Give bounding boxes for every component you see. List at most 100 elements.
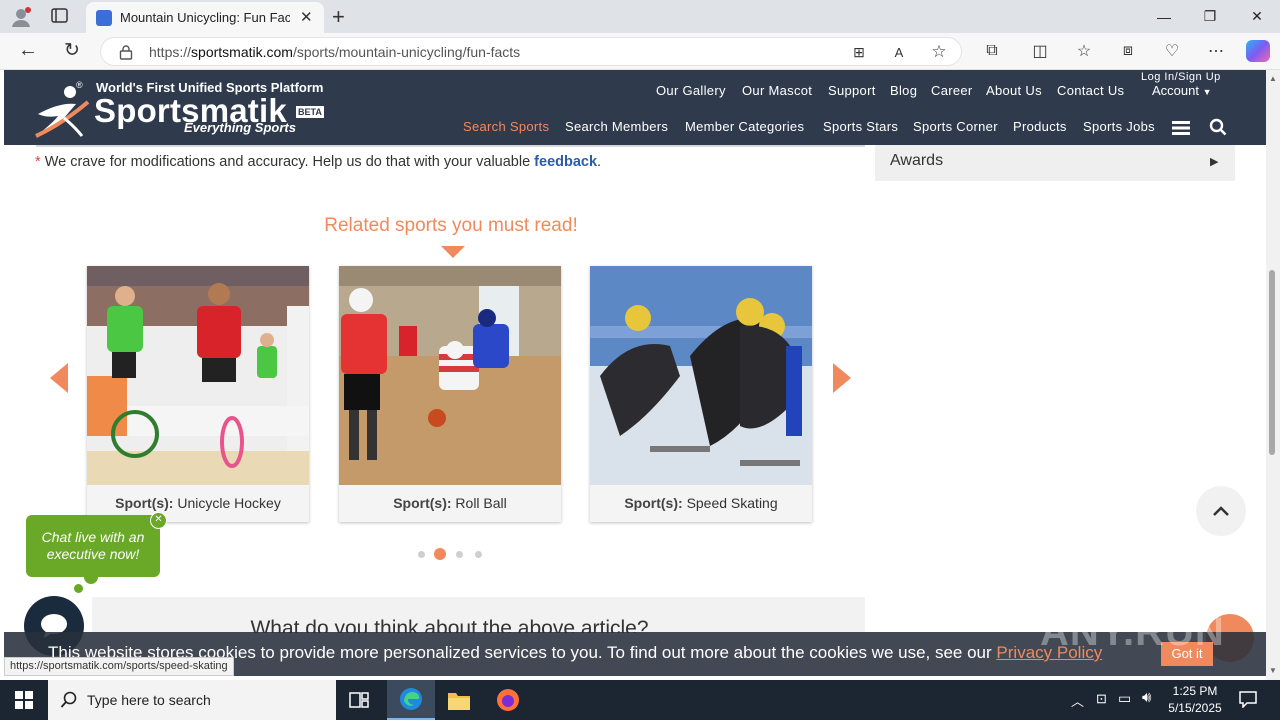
card-sport-name: Unicycle Hockey: [177, 495, 281, 511]
more-menu-icon[interactable]: ⋯: [1204, 39, 1228, 63]
extensions-icon[interactable]: ⧉: [980, 39, 1004, 63]
restore-icon[interactable]: ❐: [1187, 0, 1233, 33]
card-sport-name: Roll Ball: [455, 495, 507, 511]
nav-support[interactable]: Support: [828, 83, 876, 98]
lock-icon[interactable]: [119, 44, 133, 60]
scrollbar-thumb[interactable]: [1269, 270, 1275, 455]
related-card-unicycle-hockey[interactable]: Sport(s): Unicycle Hockey: [87, 266, 309, 522]
tab-close-icon[interactable]: ✕: [300, 8, 313, 26]
content-divider: [36, 145, 865, 147]
carousel-dot-2[interactable]: [434, 548, 446, 560]
chat-close-icon[interactable]: ✕: [150, 512, 167, 529]
nav-search-members[interactable]: Search Members: [565, 119, 668, 134]
anyrun-watermark: ANY.RUN: [1040, 610, 1225, 654]
nav-sports-stars[interactable]: Sports Stars: [823, 119, 898, 134]
chat-text: Chat live with an executive now!: [41, 529, 145, 562]
feedback-note: * We crave for modifications and accurac…: [35, 154, 601, 170]
page-content: * We crave for modifications and accurac…: [0, 145, 1266, 633]
network-icon[interactable]: ▭: [1118, 690, 1131, 707]
page-scrollbar[interactable]: ▲ ▼: [1266, 70, 1280, 680]
taskbar-search-icon: [60, 691, 78, 709]
card-caption: Sport(s): Speed Skating: [590, 485, 812, 522]
task-view-icon[interactable]: [348, 690, 370, 710]
card-caption: Sport(s): Roll Ball: [339, 485, 561, 522]
scroll-up-icon[interactable]: ▲: [1269, 74, 1277, 83]
asterisk: *: [35, 154, 41, 170]
browser-tab-bar: Mountain Unicycling: Fun Facts, ✕ + — ❐ …: [0, 0, 1280, 33]
app-available-icon[interactable]: ⊞: [847, 40, 871, 64]
site-header: World's First Unified Sports Platform ® …: [4, 70, 1266, 145]
nav-sports-jobs[interactable]: Sports Jobs: [1083, 119, 1155, 134]
nav-our-gallery[interactable]: Our Gallery: [656, 83, 726, 98]
nav-sports-corner[interactable]: Sports Corner: [913, 119, 998, 134]
profile-icon[interactable]: [10, 6, 32, 28]
login-signup-link[interactable]: Log In/Sign Up: [1141, 71, 1221, 83]
nav-about-us[interactable]: About Us: [986, 83, 1042, 98]
carousel-dot-4[interactable]: [475, 551, 482, 558]
file-explorer-icon[interactable]: [447, 689, 471, 711]
tab-actions-icon[interactable]: [50, 7, 70, 25]
url-text: https://sportsmatik.com/sports/mountain-…: [149, 44, 521, 60]
chat-bubble[interactable]: Chat live with an executive now!: [26, 515, 160, 577]
search-icon[interactable]: [1209, 118, 1227, 136]
taskbar-search[interactable]: Type here to search: [48, 680, 336, 720]
scroll-down-icon[interactable]: ▼: [1269, 666, 1277, 675]
nav-search-sports[interactable]: Search Sports: [463, 119, 549, 134]
browser-essentials-icon[interactable]: ♡: [1160, 39, 1184, 63]
beta-badge: BETA: [296, 106, 324, 118]
nav-contact-us[interactable]: Contact Us: [1057, 83, 1124, 98]
logo-slogan: Everything Sports: [184, 120, 296, 135]
sidebar-awards[interactable]: Awards ▶: [875, 145, 1235, 181]
favorites-icon[interactable]: ☆: [1072, 39, 1096, 63]
sportsmatik-logo[interactable]: World's First Unified Sports Platform ® …: [32, 78, 332, 140]
carousel-dot-3[interactable]: [456, 551, 463, 558]
refresh-icon[interactable]: ↻: [60, 38, 84, 62]
roll-ball-image[interactable]: [339, 266, 561, 485]
browser-tab-active[interactable]: Mountain Unicycling: Fun Facts, ✕: [86, 2, 324, 33]
heading-pointer-icon: [441, 245, 465, 258]
address-bar[interactable]: https://sportsmatik.com/sports/mountain-…: [100, 37, 962, 66]
volume-icon[interactable]: 🔊︎: [1142, 689, 1151, 706]
back-icon[interactable]: ←: [16, 38, 40, 62]
scroll-top-button[interactable]: [1196, 486, 1246, 536]
edge-taskbar-button[interactable]: [387, 680, 435, 720]
nav-our-mascot[interactable]: Our Mascot: [742, 83, 812, 98]
clock[interactable]: 1:25 PM 5/15/2025: [1166, 683, 1224, 717]
new-tab-icon[interactable]: +: [332, 4, 345, 30]
read-aloud-icon[interactable]: A: [887, 40, 911, 64]
collections-icon[interactable]: ⧈: [1116, 39, 1140, 63]
related-card-speed-skating[interactable]: Sport(s): Speed Skating: [590, 266, 812, 522]
related-heading: Related sports you must read!: [324, 215, 578, 236]
athlete-logo-icon: [35, 86, 90, 138]
account-menu[interactable]: Account ▼: [1152, 83, 1212, 98]
copilot-icon[interactable]: [1246, 40, 1270, 62]
favorite-star-icon[interactable]: ☆: [927, 40, 951, 64]
carousel-next-icon[interactable]: [833, 363, 851, 393]
account-caret-icon: ▼: [1202, 87, 1212, 97]
carousel-dot-1[interactable]: [418, 551, 425, 558]
card-label-prefix: Sport(s):: [393, 495, 452, 511]
article-question: What do you think about the above articl…: [250, 617, 649, 633]
firefox-icon[interactable]: [496, 688, 520, 712]
notification-icon[interactable]: [1238, 690, 1258, 709]
nav-products[interactable]: Products: [1013, 119, 1067, 134]
feedback-link[interactable]: feedback: [534, 154, 597, 170]
related-card-roll-ball[interactable]: Sport(s): Roll Ball: [339, 266, 561, 522]
nav-blog[interactable]: Blog: [890, 83, 917, 98]
card-label-prefix: Sport(s):: [624, 495, 683, 511]
nav-career[interactable]: Career: [931, 83, 973, 98]
tray-app-icon[interactable]: ⊡: [1096, 691, 1107, 707]
article-feedback-panel: What do you think about the above articl…: [92, 597, 865, 633]
unicycle-hockey-image[interactable]: [87, 266, 309, 485]
carousel-prev-icon[interactable]: [50, 363, 68, 393]
start-button[interactable]: [0, 680, 48, 720]
tray-overflow-icon[interactable]: ︿: [1071, 691, 1084, 710]
nav-member-categories[interactable]: Member Categories: [685, 119, 804, 134]
speed-skating-image[interactable]: [590, 266, 812, 485]
feedback-period: .: [597, 154, 602, 170]
hamburger-menu-icon[interactable]: [1172, 121, 1190, 135]
minimize-icon[interactable]: —: [1141, 0, 1187, 33]
windows-taskbar: Type here to search ︿ ⊡ ▭ 🔊︎ 1:25 PM 5/1…: [0, 680, 1280, 720]
split-screen-icon[interactable]: ◫: [1028, 39, 1052, 63]
close-window-icon[interactable]: ✕: [1234, 0, 1280, 33]
